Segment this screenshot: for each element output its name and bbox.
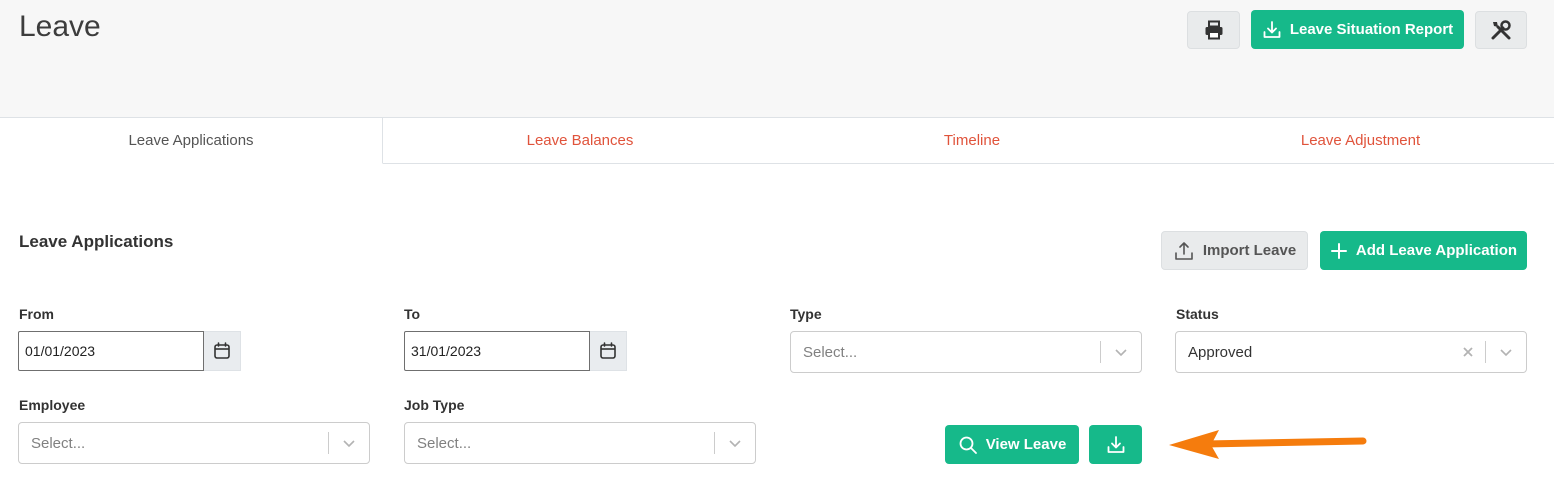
to-label: To <box>404 306 421 322</box>
page-title: Leave <box>19 10 101 43</box>
download-icon <box>1263 20 1281 38</box>
search-icon <box>959 436 977 454</box>
leave-situation-report-label: Leave Situation Report <box>1289 21 1454 38</box>
from-date-picker: 01/01/2023 <box>18 331 241 371</box>
tab-timeline[interactable]: Timeline <box>777 117 1167 164</box>
job-type-placeholder: Select... <box>417 434 472 452</box>
add-leave-application-button[interactable]: Add Leave Application <box>1320 231 1527 270</box>
type-label: Type <box>790 306 822 322</box>
import-leave-button[interactable]: Import Leave <box>1161 231 1308 270</box>
calendar-icon <box>214 342 230 359</box>
plus-icon <box>1330 242 1347 259</box>
job-type-select[interactable]: Select... <box>404 422 756 464</box>
status-select[interactable]: Approved <box>1175 331 1527 373</box>
download-button[interactable] <box>1089 425 1142 464</box>
tab-label: Leave Balances <box>526 132 634 149</box>
view-leave-label: View Leave <box>985 436 1067 453</box>
employee-placeholder: Select... <box>31 434 86 452</box>
print-button[interactable] <box>1187 11 1240 49</box>
annotation-arrow-icon <box>1169 430 1367 459</box>
import-leave-label: Import Leave <box>1202 242 1297 259</box>
chevron-down-icon[interactable] <box>1486 332 1526 372</box>
tab-label: Leave Applications <box>128 132 254 149</box>
settings-button[interactable] <box>1475 11 1527 49</box>
printer-icon <box>1205 20 1222 40</box>
tab-label: Timeline <box>943 132 1001 149</box>
status-value: Approved <box>1188 343 1253 361</box>
type-select[interactable]: Select... <box>790 331 1142 373</box>
type-placeholder: Select... <box>803 343 858 361</box>
to-calendar-button[interactable] <box>590 331 627 371</box>
job-type-label: Job Type <box>404 397 465 413</box>
status-label: Status <box>1176 306 1219 322</box>
section-title: Leave Applications <box>19 232 174 251</box>
to-date-picker: 31/01/2023 <box>404 331 627 371</box>
chevron-down-icon[interactable] <box>715 423 755 463</box>
tab-leave-balances[interactable]: Leave Balances <box>383 117 777 164</box>
add-leave-application-label: Add Leave Application <box>1355 242 1518 259</box>
view-leave-button[interactable]: View Leave <box>945 425 1079 464</box>
chevron-down-icon[interactable] <box>329 423 369 463</box>
to-date-input[interactable]: 31/01/2023 <box>404 331 590 371</box>
employee-select[interactable]: Select... <box>18 422 370 464</box>
download-icon <box>1107 435 1124 453</box>
calendar-icon <box>600 342 616 359</box>
tab-leave-applications[interactable]: Leave Applications <box>0 117 383 164</box>
tab-leave-adjustment[interactable]: Leave Adjustment <box>1167 117 1554 164</box>
from-date-input[interactable]: 01/01/2023 <box>18 331 204 371</box>
from-calendar-button[interactable] <box>204 331 241 371</box>
tab-label: Leave Adjustment <box>1300 132 1421 149</box>
tab-bar: Leave Applications Leave Balances Timeli… <box>0 117 1554 164</box>
page-header: Leave Leave Situation Report <box>0 0 1554 118</box>
clear-icon[interactable] <box>1451 332 1485 372</box>
leave-situation-report-button[interactable]: Leave Situation Report <box>1251 10 1464 49</box>
employee-label: Employee <box>19 397 86 413</box>
from-label: From <box>19 306 54 322</box>
chevron-down-icon[interactable] <box>1101 332 1141 372</box>
upload-icon <box>1175 241 1193 260</box>
tools-icon <box>1491 20 1511 40</box>
